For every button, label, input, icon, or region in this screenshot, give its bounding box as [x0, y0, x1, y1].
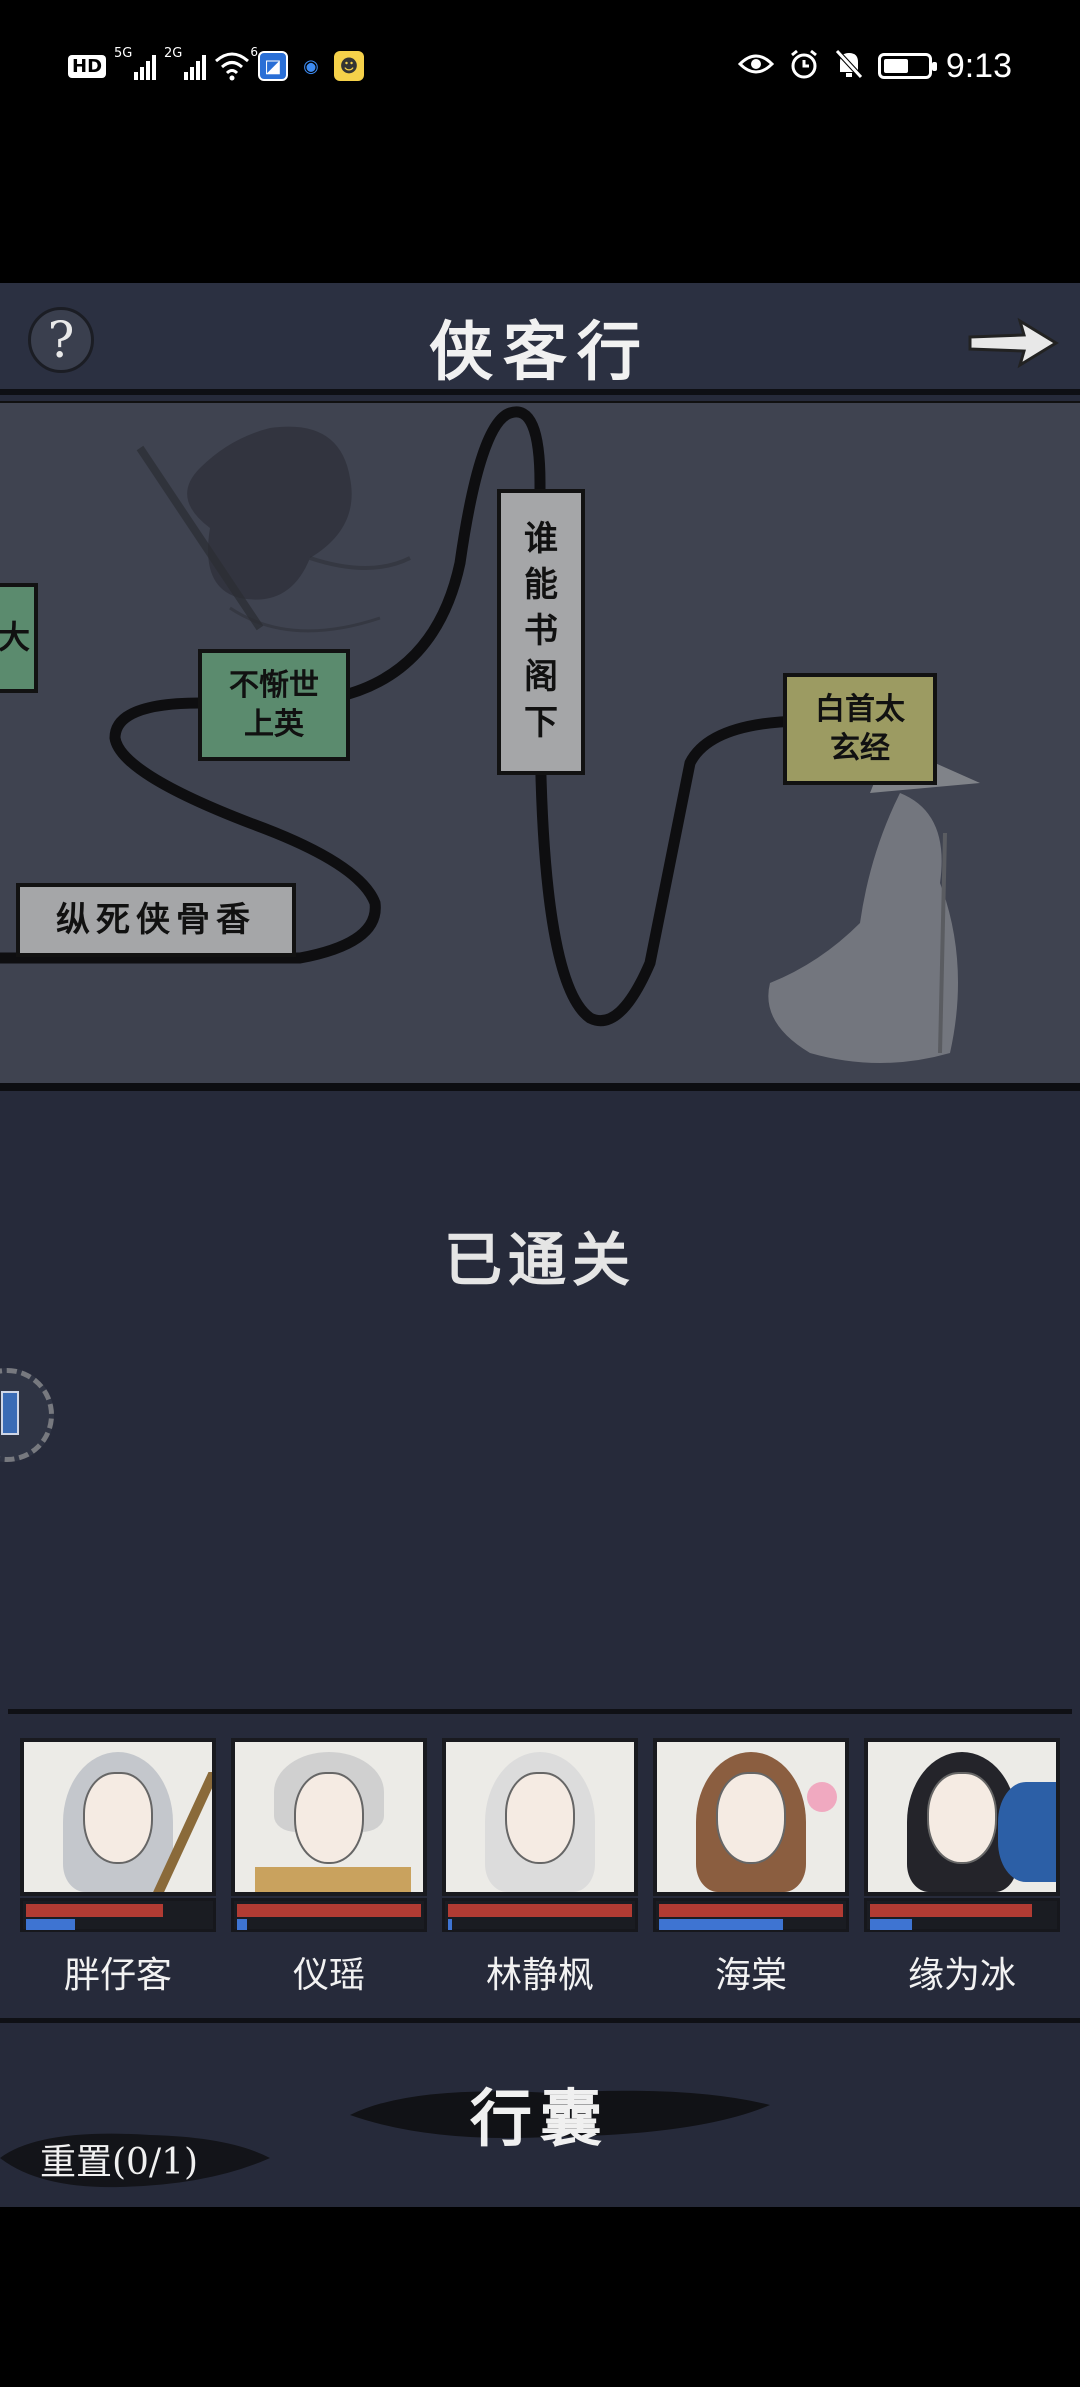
wifi-tag: 6	[250, 45, 259, 59]
status-bar: HD 5G 2G 6 ◪ ◉ ☻ 9:13	[0, 0, 1080, 135]
level-node-shuineng-char-3: 书	[524, 611, 558, 652]
avatar	[653, 1738, 849, 1896]
member-bars	[653, 1898, 849, 1932]
party-member[interactable]: 海棠	[653, 1738, 849, 1996]
party-member[interactable]: 林静枫	[442, 1738, 638, 1996]
member-name: 海棠	[714, 1955, 787, 1996]
member-bars	[231, 1898, 427, 1932]
avatar	[20, 1738, 216, 1896]
robe-illustration	[255, 1867, 411, 1892]
divider	[8, 1709, 1072, 1714]
member-name: 缘为冰	[907, 1955, 1016, 1996]
app-icon-3: ☻	[334, 51, 365, 81]
hp-bar	[26, 1904, 163, 1917]
hp-bar	[659, 1904, 844, 1917]
level-node-shuineng-char-5: 下	[524, 702, 558, 743]
fan-illustration	[998, 1782, 1056, 1882]
app-icon-1: ◪	[258, 51, 289, 81]
level-map: 大 不惭世 上英 谁 能 书 阁 下 白首太 玄经 纵死侠骨香	[0, 401, 1080, 1091]
header: ? 侠客行	[0, 283, 1080, 395]
hp-bar	[870, 1904, 1032, 1917]
level-node-shuineng-char-1: 谁	[524, 519, 558, 560]
reset-button[interactable]: 重置(0/1)	[40, 2133, 198, 2185]
level-node-buchan[interactable]: 不惭世 上英	[198, 649, 350, 761]
member-bars	[20, 1898, 216, 1932]
game-screen: ? 侠客行 大 不惭世 上英 谁 能 书 阁 下 白首太 玄经 纵死侠骨香 已通…	[0, 283, 1080, 2207]
mp-bar	[448, 1919, 452, 1930]
level-node-shuineng[interactable]: 谁 能 书 阁 下	[497, 489, 585, 775]
mp-bar	[237, 1919, 247, 1930]
bottom-bar: 行囊 重置(0/1)	[0, 2023, 1080, 2207]
battery-level	[883, 59, 908, 73]
level-node-baishou-line2: 玄经	[830, 731, 890, 766]
level-node-zongsi[interactable]: 纵死侠骨香	[16, 883, 296, 957]
status-bar-left: HD 5G 2G 6 ◪ ◉ ☻	[68, 45, 365, 86]
mute-bell-icon	[834, 48, 864, 84]
staff-illustration	[153, 1772, 212, 1892]
app-icon-2: ◉	[296, 51, 327, 81]
wifi-icon: 6	[214, 45, 258, 81]
member-bars	[442, 1898, 638, 1932]
level-node-edge[interactable]: 大	[0, 583, 38, 693]
mp-bar	[26, 1919, 76, 1930]
avatar	[864, 1738, 1060, 1896]
avatar-face	[927, 1772, 997, 1864]
avatar-face	[505, 1772, 575, 1864]
signal-5g-icon: 5G	[114, 46, 157, 80]
next-arrow-button[interactable]	[964, 313, 1060, 373]
level-node-baishou-line1: 白首太	[815, 692, 905, 727]
signal-2g-icon: 2G	[164, 46, 207, 80]
avatar	[442, 1738, 638, 1896]
status-bar-right: 9:13	[737, 46, 1012, 86]
mp-bar	[659, 1919, 783, 1930]
level-node-buchan-line2: 上英	[244, 707, 304, 742]
avatar-face	[716, 1772, 786, 1864]
party-member[interactable]: 胖仔客	[20, 1738, 216, 1996]
member-name: 仪瑶	[292, 1955, 365, 1996]
party-member[interactable]: 缘为冰	[864, 1738, 1060, 1996]
sim1-tag: 5G	[114, 46, 133, 61]
avatar-face	[83, 1772, 153, 1864]
party-member[interactable]: 仪瑶	[231, 1738, 427, 1996]
party-roster: 胖仔客 仪瑶 林静枫 海棠 缘为冰	[20, 1738, 1060, 1996]
flower-icon	[807, 1782, 837, 1812]
member-bars	[864, 1898, 1060, 1932]
arrow-right-icon	[968, 317, 1059, 369]
hp-bar	[237, 1904, 422, 1917]
sim2-tag: 2G	[164, 46, 183, 61]
avatar	[231, 1738, 427, 1896]
alarm-icon	[788, 48, 820, 84]
eye-icon	[737, 51, 774, 81]
mp-bar	[870, 1919, 912, 1930]
member-name: 胖仔客	[63, 1955, 172, 1996]
member-name: 林静枫	[485, 1955, 594, 1996]
page-title: 侠客行	[429, 315, 651, 390]
hd-icon: HD	[68, 54, 107, 78]
clock: 9:13	[945, 46, 1012, 85]
level-node-baishou[interactable]: 白首太 玄经	[783, 673, 937, 785]
level-node-buchan-line1: 不惭世	[229, 668, 319, 703]
avatar-face	[294, 1772, 364, 1864]
level-node-shuineng-char-2: 能	[524, 565, 558, 606]
level-node-shuineng-char-4: 阁	[524, 656, 558, 697]
cleared-status-text: 已通关	[443, 1226, 636, 1294]
side-menu-tab[interactable]	[0, 1368, 54, 1462]
hp-bar	[448, 1904, 633, 1917]
battery-icon	[877, 53, 937, 79]
